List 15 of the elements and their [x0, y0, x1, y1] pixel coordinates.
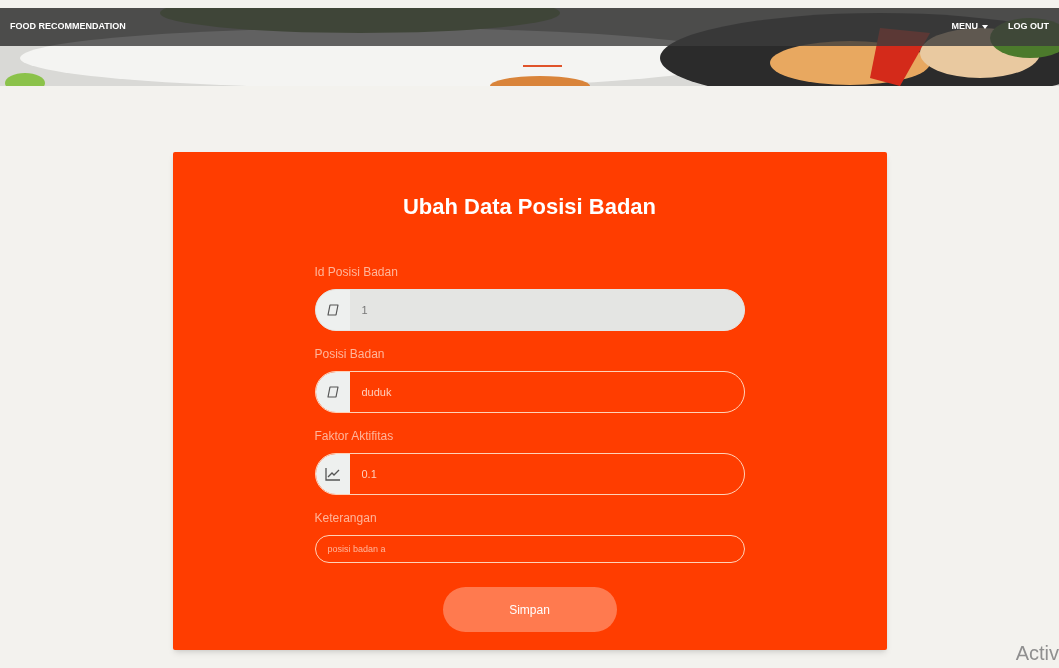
field-label: Faktor Aktifitas	[314, 428, 395, 445]
field-label: Id Posisi Badan	[314, 264, 399, 281]
activation-notice: Activ	[1015, 641, 1059, 666]
line-chart-icon	[324, 467, 341, 481]
field-label: Keterangan	[314, 510, 378, 527]
input-field[interactable]: 0.1	[314, 453, 745, 495]
menu-button[interactable]: MENU	[951, 20, 988, 34]
input-field[interactable]: posisi badan a	[314, 535, 745, 563]
input-field[interactable]: duduk	[314, 371, 745, 413]
form-title: Ubah Data Posisi Badan	[402, 193, 657, 221]
field-label: Posisi Badan	[314, 346, 386, 363]
shape-icon	[325, 385, 340, 399]
save-button[interactable]: Simpan	[442, 587, 617, 632]
shape-icon	[325, 303, 340, 317]
brand-link[interactable]: FOOD RECOMMENDATION	[10, 20, 126, 34]
